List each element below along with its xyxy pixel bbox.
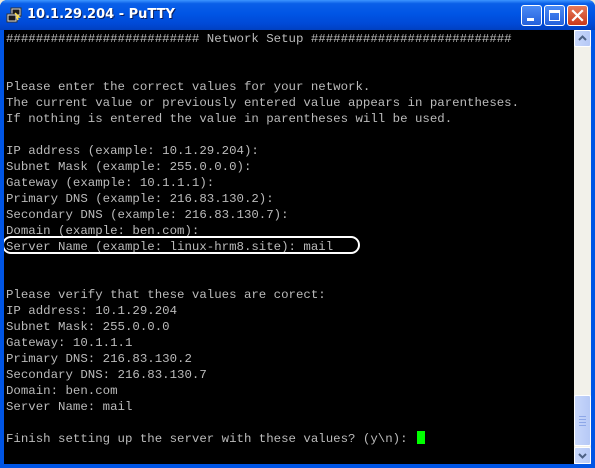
grip-line bbox=[579, 416, 586, 417]
scroll-thumb[interactable] bbox=[574, 395, 591, 446]
arrow-up-icon bbox=[578, 35, 587, 41]
prompt-line[interactable]: Finish setting up the server with these … bbox=[6, 431, 425, 447]
vertical-scrollbar[interactable] bbox=[574, 30, 591, 464]
terminal-line: If nothing is entered the value in paren… bbox=[6, 112, 453, 126]
terminal-line: Please enter the correct values for your… bbox=[6, 80, 371, 94]
terminal-line: Subnet Mask: 255.0.0.0 bbox=[6, 320, 170, 334]
close-button[interactable] bbox=[567, 5, 588, 26]
minimize-button[interactable] bbox=[521, 5, 542, 26]
maximize-button[interactable] bbox=[544, 5, 565, 26]
terminal-line: IP address (example: 10.1.29.204): bbox=[6, 144, 259, 158]
terminal-line: IP address: 10.1.29.204 bbox=[6, 304, 178, 318]
arrow-down-icon bbox=[578, 453, 587, 459]
terminal-screen[interactable]: ########################## Network Setup… bbox=[4, 30, 574, 464]
minimize-icon bbox=[527, 18, 534, 21]
terminal-line: Secondary DNS: 216.83.130.7 bbox=[6, 368, 207, 382]
terminal-line: Secondary DNS (example: 216.83.130.7): bbox=[6, 208, 289, 222]
terminal-line: Gateway (example: 10.1.1.1): bbox=[6, 176, 215, 190]
terminal-line: Subnet Mask (example: 255.0.0.0): bbox=[6, 160, 252, 174]
putty-icon[interactable] bbox=[6, 7, 22, 23]
terminal-line: Domain: ben.com bbox=[6, 384, 118, 398]
window-title: 10.1.29.204 - PuTTY bbox=[27, 7, 175, 22]
putty-client-area: ########################## Network Setup… bbox=[4, 30, 591, 464]
scroll-up-button[interactable] bbox=[574, 30, 591, 47]
highlight-ellipse bbox=[4, 236, 360, 254]
terminal-line: Gateway: 10.1.1.1 bbox=[6, 336, 133, 350]
terminal-line: Primary DNS: 216.83.130.2 bbox=[6, 352, 192, 366]
terminal-line: Please verify that these values are core… bbox=[6, 288, 326, 302]
grip-line bbox=[579, 425, 586, 426]
maximize-icon bbox=[549, 10, 560, 21]
scroll-down-button[interactable] bbox=[574, 447, 591, 464]
grip-line bbox=[579, 422, 586, 423]
grip-line bbox=[579, 419, 586, 420]
terminal-line: The current value or previously entered … bbox=[6, 96, 520, 110]
terminal-line: Primary DNS (example: 216.83.130.2): bbox=[6, 192, 274, 206]
terminal-line: Server Name: mail bbox=[6, 400, 133, 414]
close-icon bbox=[571, 9, 584, 22]
terminal-cursor bbox=[416, 431, 425, 444]
terminal-line: ########################## Network Setup… bbox=[6, 32, 512, 46]
prompt-text: Finish setting up the server with these … bbox=[6, 432, 415, 446]
putty-window: 10.1.29.204 - PuTTY ####################… bbox=[0, 0, 595, 468]
title-bar[interactable]: 10.1.29.204 - PuTTY bbox=[0, 0, 595, 30]
